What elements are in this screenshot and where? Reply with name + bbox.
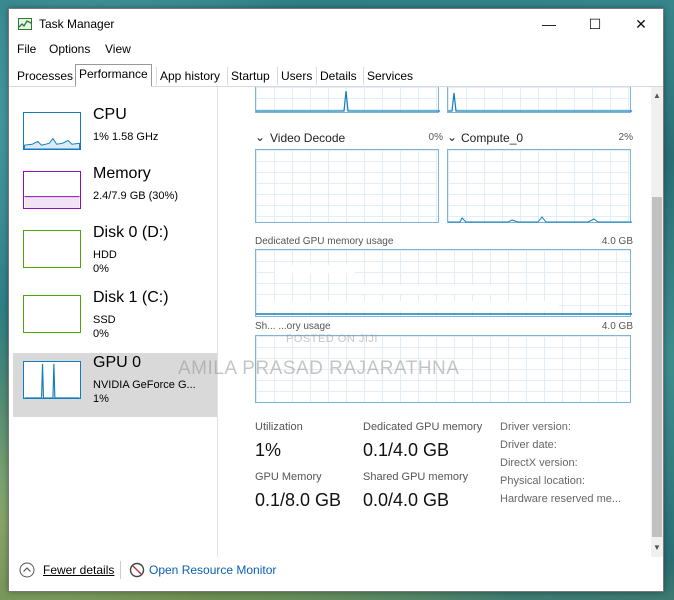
sidebar-item-detail: SSD (93, 314, 116, 326)
scroll-thumb[interactable] (652, 197, 662, 537)
sidebar-item-label: Memory (93, 165, 151, 182)
scroll-down-icon[interactable]: ▼ (651, 541, 663, 555)
watermark-posted-on: POSTED ON JIJI (286, 333, 378, 345)
menu-file[interactable]: File (17, 42, 36, 56)
redaction-blot (275, 265, 355, 273)
memory-thumbnail-graph (23, 171, 81, 209)
menu-bar: File Options View (9, 40, 663, 60)
hardware-reserved-label: Hardware reserved me... (500, 493, 622, 505)
resource-monitor-icon[interactable] (129, 562, 145, 578)
engine-graph-top-right-plot (448, 92, 632, 112)
maximize-button[interactable]: ☐ (579, 13, 611, 35)
close-button[interactable]: ✕ (625, 13, 657, 35)
task-manager-window: Task Manager — ☐ ✕ File Options View Pro… (8, 8, 664, 592)
redaction-blot (259, 301, 559, 311)
engine-graph-top-left (255, 87, 440, 113)
sidebar-item-detail: HDD (93, 249, 117, 261)
window-title: Task Manager (39, 17, 115, 31)
tab-processes[interactable]: Processes (14, 67, 76, 85)
compute-0-graph (447, 149, 632, 223)
utilization-label: Utilization (255, 421, 303, 433)
tab-startup[interactable]: Startup (227, 67, 273, 85)
engine-graph-top-right (447, 87, 632, 113)
tab-details[interactable]: Details (316, 67, 360, 85)
close-icon: ✕ (635, 16, 647, 32)
utilization-value: 1% (255, 440, 282, 460)
sidebar-item-cpu[interactable]: CPU 1% 1.58 GHz (13, 105, 217, 163)
shared-memory-max: 4.0 GB (601, 321, 633, 332)
dedicated-gpu-memory-value: 0.1/4.0 GB (363, 440, 450, 460)
dedicated-memory-label: Dedicated GPU memory usage (255, 236, 394, 247)
dedicated-gpu-memory-label: Dedicated GPU memory (363, 421, 483, 433)
sidebar-item-usage: 1% (93, 393, 109, 405)
sidebar-item-label: GPU 0 (93, 354, 142, 371)
resource-sidebar: CPU 1% 1.58 GHz Memory 2.4/7.9 GB (30%) … (9, 87, 218, 557)
video-decode-chevron-icon[interactable]: ⌄ (255, 130, 265, 144)
minimize-icon: — (542, 16, 556, 32)
compute-0-chevron-icon[interactable]: ⌄ (447, 130, 457, 144)
footer-bar: Fewer details Open Resource Monitor (9, 557, 663, 591)
open-resource-monitor-link[interactable]: Open Resource Monitor (149, 563, 276, 577)
engine-name-compute-0[interactable]: Compute_0 (461, 131, 523, 145)
redaction-blot (355, 285, 495, 294)
sidebar-item-memory[interactable]: Memory 2.4/7.9 GB (30%) (13, 164, 217, 222)
task-manager-icon (18, 18, 32, 30)
shared-gpu-memory-value: 0.0/4.0 GB (363, 490, 450, 510)
engine-pct-compute-0: 2% (618, 132, 633, 143)
tab-performance[interactable]: Performance (75, 64, 152, 87)
sidebar-item-disk-0[interactable]: Disk 0 (D:) HDD 0% (13, 223, 217, 281)
title-bar: Task Manager — ☐ ✕ (9, 9, 663, 39)
video-decode-graph (255, 149, 439, 223)
fewer-details-link[interactable]: Fewer details (43, 563, 114, 577)
footer-divider (120, 561, 121, 579)
cpu-thumbnail-graph (23, 112, 81, 150)
watermark-name: AMILA PRASAD RAJARATHNA (178, 358, 460, 379)
disk-0-thumbnail-graph (23, 230, 81, 268)
engine-name-video-decode[interactable]: Video Decode (270, 131, 345, 145)
tab-bar: Processes Performance App history Startu… (9, 64, 663, 87)
menu-options[interactable]: Options (49, 42, 90, 56)
menu-view[interactable]: View (105, 42, 131, 56)
compute-0-graph-plot (448, 216, 632, 223)
tab-app-history[interactable]: App history (156, 67, 223, 85)
fewer-details-chevron-icon[interactable] (19, 562, 35, 578)
sidebar-item-label: CPU (93, 106, 127, 123)
disk-1-thumbnail-graph (23, 295, 81, 333)
gpu-memory-value: 0.1/8.0 GB (255, 490, 342, 510)
sidebar-item-label: Disk 1 (C:) (93, 289, 169, 306)
sidebar-item-disk-1[interactable]: Disk 1 (C:) SSD 0% (13, 288, 217, 346)
tab-users[interactable]: Users (277, 67, 315, 85)
sidebar-item-detail: NVIDIA GeForce G... (93, 379, 196, 391)
tab-services[interactable]: Services (363, 67, 416, 85)
physical-location-label: Physical location: (500, 475, 585, 487)
shared-gpu-memory-label: Shared GPU memory (363, 471, 469, 483)
dedicated-memory-max: 4.0 GB (601, 236, 633, 247)
sidebar-item-detail: 2.4/7.9 GB (30%) (93, 190, 178, 202)
shared-memory-label: Sh... ...ory usage (255, 321, 331, 332)
gpu-memory-label: GPU Memory (255, 471, 322, 483)
engine-pct-video-decode: 0% (428, 132, 443, 143)
sidebar-item-usage: 0% (93, 263, 109, 275)
sidebar-item-usage: 0% (93, 328, 109, 340)
scroll-up-icon[interactable]: ▲ (651, 89, 663, 103)
engine-graph-top-left-plot (256, 90, 440, 112)
maximize-icon: ☐ (588, 16, 602, 32)
vertical-scrollbar[interactable]: ▲ ▼ (651, 87, 663, 557)
sidebar-item-label: Disk 0 (D:) (93, 224, 169, 241)
driver-date-label: Driver date: (500, 439, 557, 451)
gpu-detail-panel: ⌄ Video Decode 0% ⌄ Compute_0 2% Dedicat… (225, 87, 651, 557)
minimize-button[interactable]: — (533, 13, 565, 35)
sidebar-item-detail: 1% 1.58 GHz (93, 131, 159, 143)
driver-version-label: Driver version: (500, 421, 571, 433)
gpu-thumbnail-graph (23, 361, 81, 399)
directx-version-label: DirectX version: (500, 457, 578, 469)
